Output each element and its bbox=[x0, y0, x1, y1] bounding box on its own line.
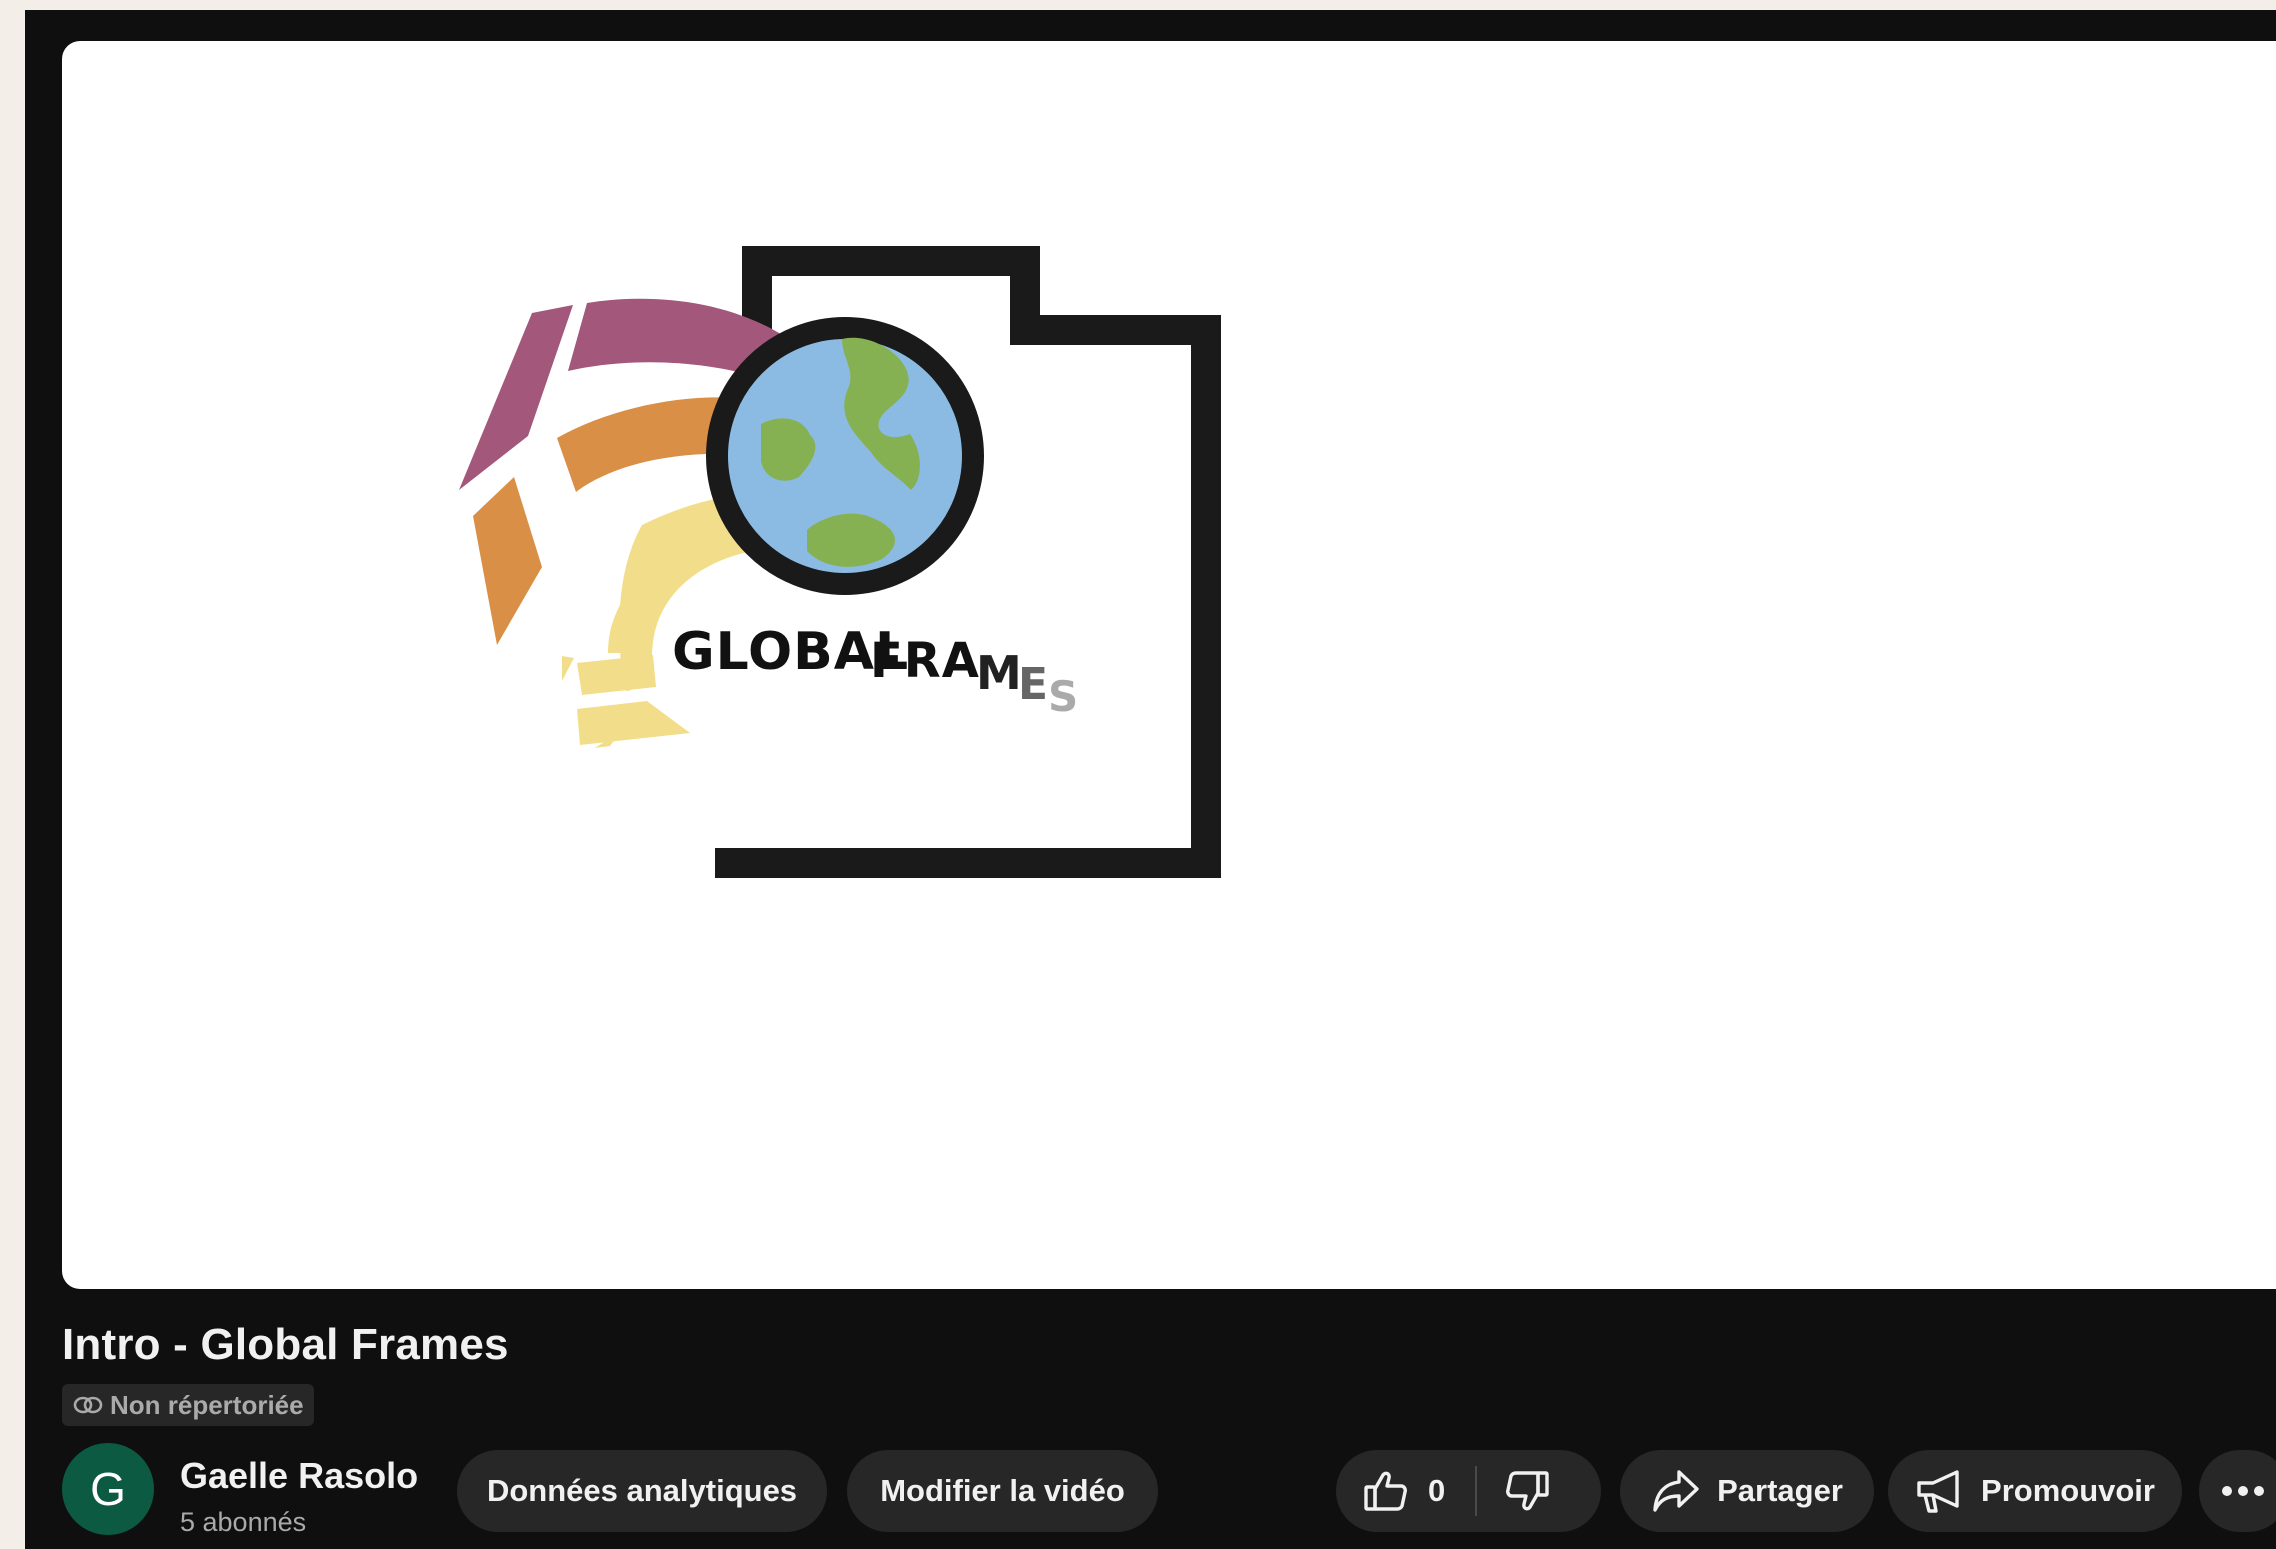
megaphone-icon bbox=[1915, 1467, 1965, 1515]
analytics-button[interactable]: Données analytiques bbox=[457, 1450, 827, 1532]
promote-button[interactable]: Promouvoir bbox=[1888, 1450, 2182, 1532]
link-icon bbox=[72, 1392, 104, 1418]
video-player[interactable]: GLOBAL FRA M E S bbox=[62, 41, 2276, 1289]
video-page: GLOBAL FRA M E S Intro - Global Frames N… bbox=[25, 10, 2276, 1549]
like-divider bbox=[1475, 1466, 1478, 1516]
edit-video-button-label: Modifier la vidéo bbox=[880, 1473, 1125, 1508]
share-button[interactable]: Partager bbox=[1620, 1450, 1874, 1532]
svg-text:M: M bbox=[976, 646, 1023, 700]
thumbs-up-icon[interactable] bbox=[1362, 1467, 1410, 1515]
more-icon bbox=[2221, 1485, 2265, 1497]
svg-text:S: S bbox=[1048, 672, 1078, 721]
svg-text:E: E bbox=[1018, 659, 1048, 710]
analytics-button-label: Données analytiques bbox=[486, 1473, 798, 1508]
channel-name[interactable]: Gaelle Rasolo bbox=[180, 1455, 418, 1497]
share-button-label: Partager bbox=[1717, 1473, 1843, 1508]
channel-avatar[interactable]: G bbox=[62, 1443, 154, 1535]
svg-text:FRA: FRA bbox=[870, 633, 980, 689]
like-dislike-group: 0 bbox=[1336, 1450, 1601, 1532]
like-count: 0 bbox=[1428, 1473, 1446, 1508]
edit-video-button[interactable]: Modifier la vidéo bbox=[847, 1450, 1158, 1532]
visibility-badge: Non répertoriée bbox=[62, 1384, 314, 1426]
visibility-label: Non répertoriée bbox=[110, 1389, 304, 1420]
promote-button-label: Promouvoir bbox=[1981, 1473, 2155, 1508]
global-frames-logo: GLOBAL FRA M E S bbox=[459, 246, 1221, 878]
subscriber-count: 5 abonnés bbox=[180, 1507, 307, 1537]
more-actions-button[interactable] bbox=[2199, 1450, 2276, 1532]
video-title: Intro - Global Frames bbox=[62, 1320, 509, 1369]
share-icon bbox=[1651, 1468, 1701, 1514]
thumbs-down-icon[interactable] bbox=[1503, 1467, 1551, 1515]
